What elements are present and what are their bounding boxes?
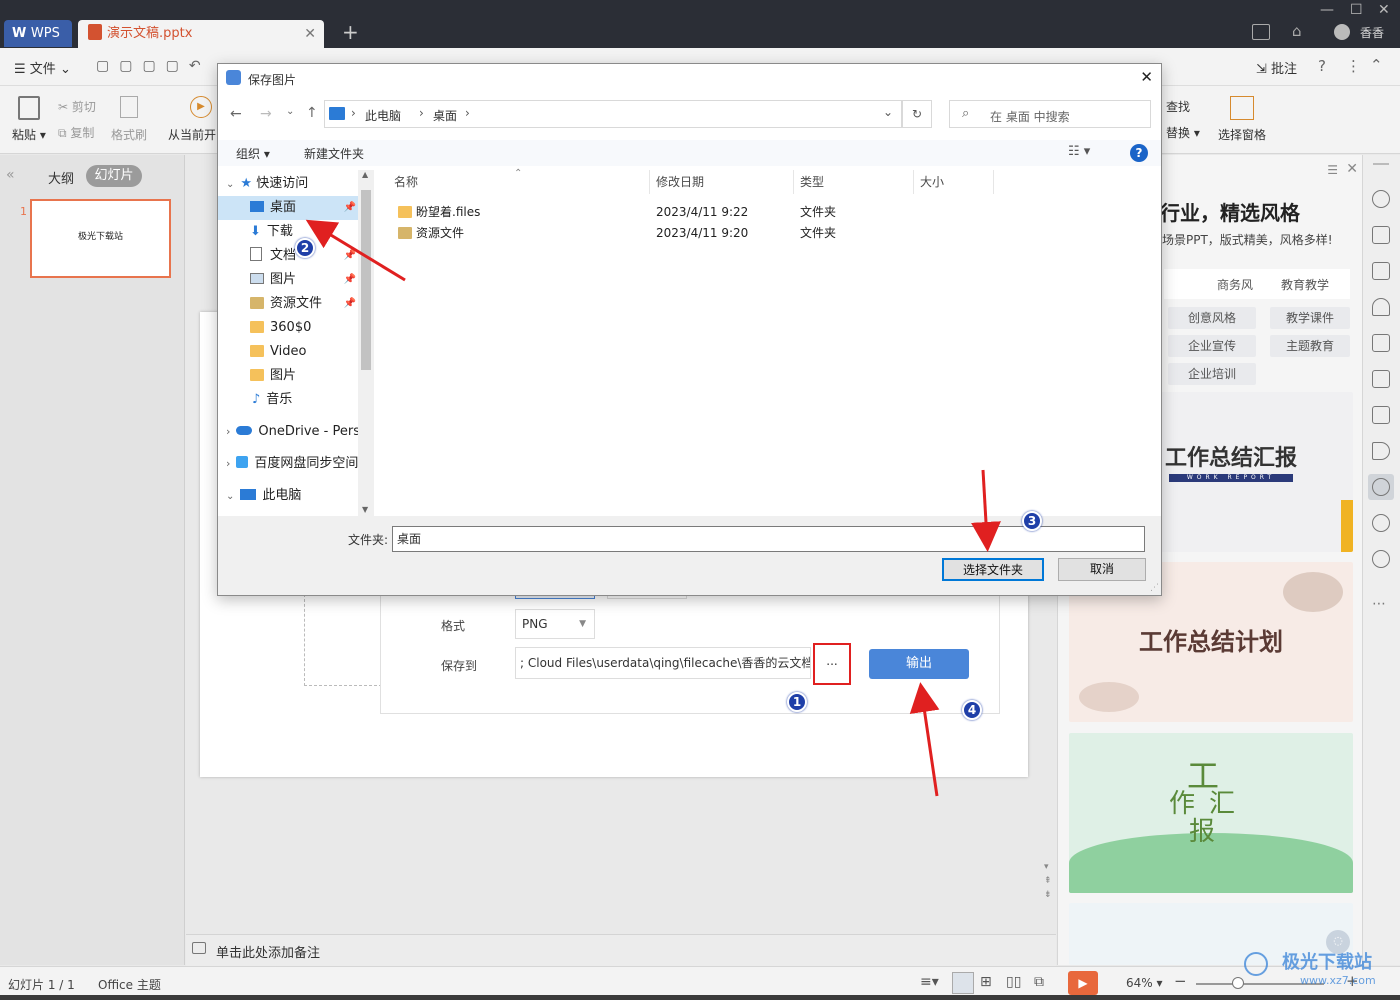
annotation-arrows: [305, 219, 1001, 797]
watermark-text: 极光下载站: [1282, 952, 1372, 973]
arrow-to-desktop: [305, 219, 406, 282]
watermark-logo-icon: [1244, 952, 1268, 976]
annotation-badge-1: 1: [787, 692, 807, 712]
annotation-badge-4: 4: [962, 700, 982, 720]
annotation-badge-2: 2: [295, 238, 315, 258]
arrow-to-select-folder: [970, 469, 1001, 552]
watermark-url: www.xz7.com: [1300, 974, 1376, 987]
arrow-to-export: [909, 682, 940, 797]
chat-bubble-icon[interactable]: ◌: [1326, 930, 1350, 954]
annotation-badge-3: 3: [1022, 511, 1042, 531]
